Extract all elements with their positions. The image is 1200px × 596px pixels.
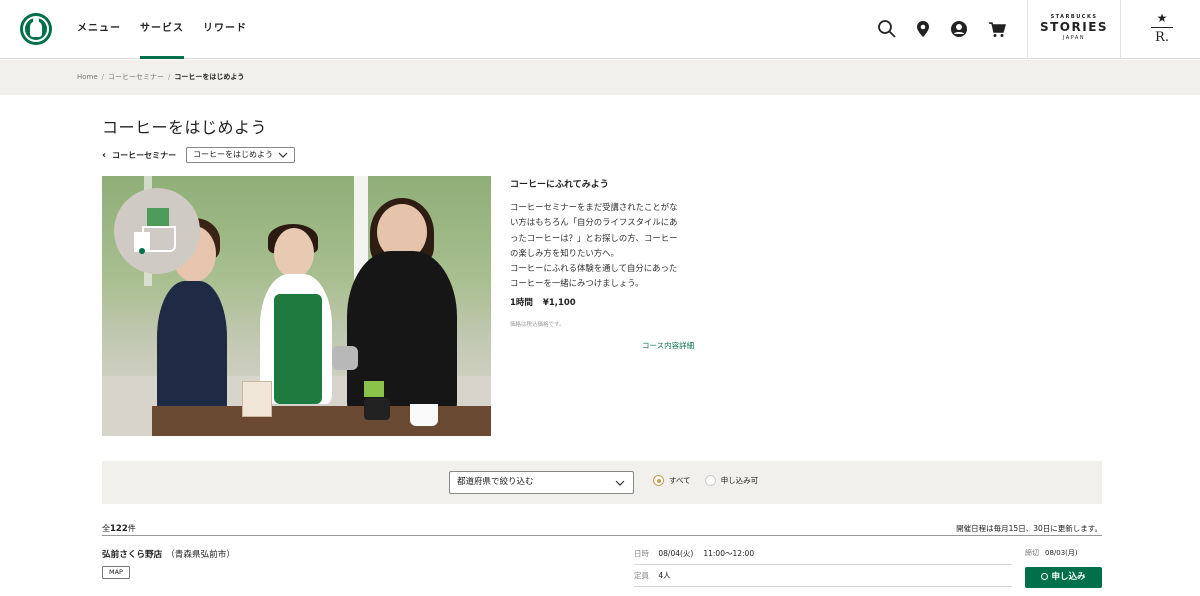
apply-button[interactable]: 申し込み [1025,567,1102,588]
cart-icon[interactable] [987,19,1007,39]
radio-all-label: すべて [669,476,691,485]
course-detail-link[interactable]: コース内容詳細 [642,340,694,351]
reserve-logo[interactable]: ★ R. [1150,12,1174,44]
session-time: 11:00〜12:00 [703,549,755,558]
session-date: 08/04(火) [658,549,694,558]
deadline-value: 08/03(月) [1045,549,1078,557]
results-divider [102,535,1102,536]
capacity-value: 4人 [658,571,671,580]
result-count: 全122件 [102,524,136,534]
main-nav: メニュー サービス リワード [77,0,247,59]
filter-bar: 都道府県で絞り込む すべて 申し込み可 [102,461,1102,504]
deadline-key: 締切 [1025,549,1039,557]
description-body: コーヒーセミナーをまだ受講されたことがな い方はもちろん「自分のライフスタイルに… [510,202,678,289]
schedule-update-note: 開催日程は毎月15日、30日に更新します。 [956,524,1102,533]
apply-button-label: 申し込み [1051,572,1086,582]
prefecture-select-value: 都道府県で絞り込む [457,477,534,487]
page-title: コーヒーをはじめよう [102,118,268,137]
course-select[interactable]: コーヒーをはじめよう [186,147,295,163]
location-pin-icon[interactable] [913,19,933,39]
chevron-left-icon: ‹ [102,150,107,161]
breadcrumb-bar: Home / コーヒーセミナー / コーヒーをはじめよう [0,60,1200,95]
radio-unchecked-icon [704,475,716,486]
description-heading: コーヒーにふれてみよう [510,180,609,190]
circle-icon [1041,572,1049,580]
capacity-key: 定員 [634,571,649,580]
chevron-down-icon [278,152,288,158]
course-select-value: コーヒーをはじめよう [193,150,273,159]
search-icon[interactable] [877,19,897,39]
nav-item-menu[interactable]: メニュー [77,0,121,59]
radio-available-label: 申し込み可 [720,476,759,485]
session-deadline: 締切 08/03(月) [1025,548,1078,558]
availability-radio-group: すべて 申し込み可 [653,475,758,486]
nav-item-rewards[interactable]: リワード [203,0,247,59]
session-datetime: 日時 08/04(火) 11:00〜12:00 [634,548,1012,565]
result-count-number: 122 [110,524,128,534]
stories-logo[interactable]: STARBUCKS STORIES JAPAN [1036,14,1112,41]
radio-checked-icon [653,475,664,486]
course-price: ¥1,100 [542,298,576,308]
header-divider [1027,0,1028,59]
back-link[interactable]: ‹ コーヒーセミナー [102,150,176,161]
breadcrumb-current: コーヒーをはじめよう [174,73,245,81]
datetime-key: 日時 [634,549,649,558]
stories-main: STORIES [1039,20,1109,34]
seminar-hero-image [102,176,491,436]
account-icon[interactable] [949,19,969,39]
breadcrumb-home[interactable]: Home [77,73,98,81]
coffee-seminar-badge-icon [114,188,200,274]
course-duration-price: 1時間 ¥1,100 [510,296,576,308]
map-button[interactable]: MAP [102,566,130,579]
header-divider [1120,0,1121,59]
prefecture-select[interactable]: 都道府県で絞り込む [449,471,634,494]
store-name: 弘前さくら野店 （青森県弘前市） [102,550,235,560]
star-icon: ★ [1156,11,1168,25]
breadcrumb: Home / コーヒーセミナー / コーヒーをはじめよう [77,73,245,81]
radio-all[interactable]: すべて [653,475,691,486]
nav-item-service[interactable]: サービス [140,0,184,59]
tax-note: 価格は税込価格です。 [510,322,565,328]
course-duration: 1時間 [510,298,533,308]
back-link-label: コーヒーセミナー [112,151,177,160]
radio-available[interactable]: 申し込み可 [704,475,759,486]
store-prefecture: （青森県弘前市） [166,550,235,560]
stories-bottom: JAPAN [1062,35,1086,41]
reserve-letter: R. [1155,30,1169,45]
chevron-down-icon [615,480,625,486]
session-capacity: 定員 4人 [634,570,1012,587]
course-description: コーヒーにふれてみよう コーヒーセミナーをまだ受講されたことがな い方はもちろん… [510,177,700,292]
site-header: メニュー サービス リワード STARBUCKS STORIES JAPAN ★… [0,0,1200,59]
breadcrumb-parent[interactable]: コーヒーセミナー [108,73,164,81]
starbucks-logo-icon[interactable] [20,13,52,45]
